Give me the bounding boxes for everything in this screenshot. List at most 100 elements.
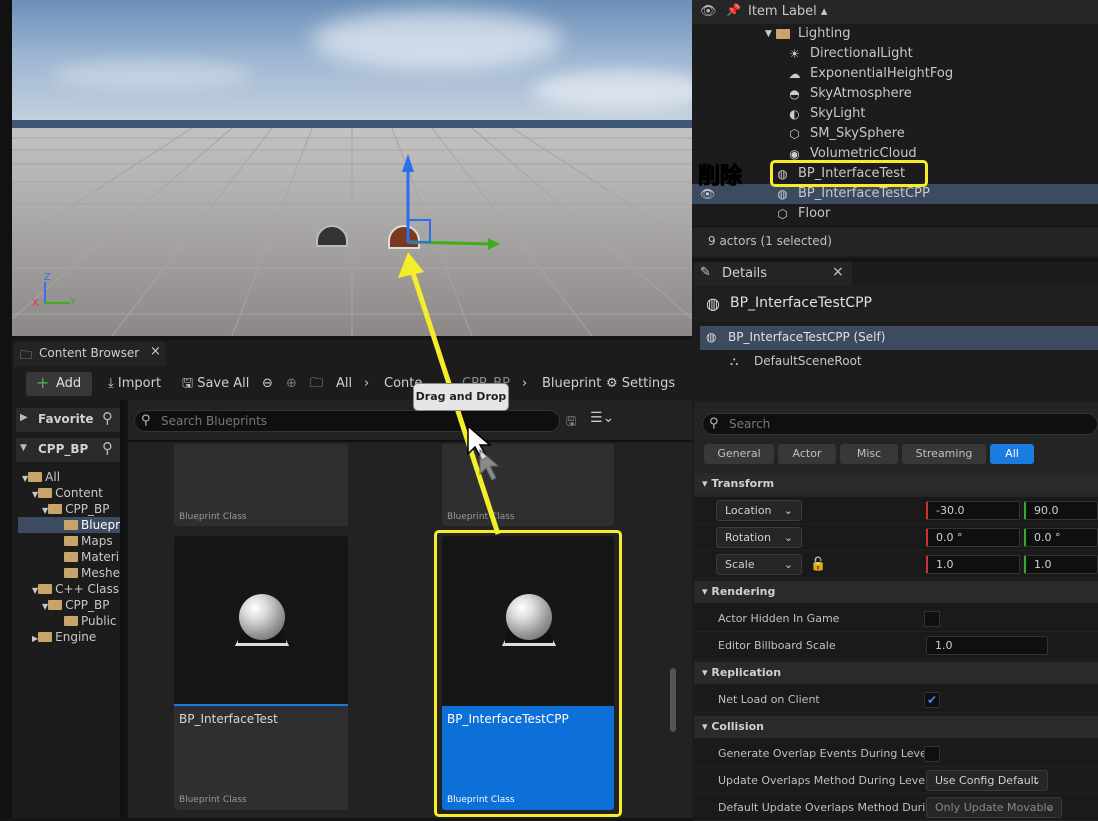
search-icon[interactable]: ⚲ <box>102 439 113 457</box>
outliner-row-skyatmosphere[interactable]: ◓ SkyAtmosphere <box>692 84 1098 104</box>
pencil-icon: ✎ <box>700 265 711 280</box>
gear-icon: ⚙ <box>606 376 618 391</box>
sky-light-icon: ◐ <box>789 107 800 121</box>
tree-item-cpp-classes[interactable]: ▼ C++ Class <box>32 581 120 597</box>
folder-icon <box>48 600 63 610</box>
overlap-events-checkbox[interactable] <box>924 746 940 762</box>
tree-item-all[interactable]: ▼ All <box>22 469 120 485</box>
project-header[interactable]: ▼ CPP_BP ⚲ <box>16 438 120 462</box>
section-rendering[interactable]: ▾ Rendering <box>694 581 1098 603</box>
favorites-header[interactable]: ▶ Favorite ⚲ <box>16 408 120 432</box>
outliner-row-floor[interactable]: ⬡ Floor <box>692 204 1098 224</box>
static-mesh-icon: ⬡ <box>777 207 788 221</box>
rotation-dropdown[interactable]: Rotation ⌄ <box>716 527 802 548</box>
pin-icon[interactable]: 📌 <box>726 3 741 17</box>
folder-icon: 🗀 <box>20 348 33 362</box>
scrollbar[interactable] <box>670 668 676 732</box>
actor-hidden-checkbox[interactable] <box>924 611 940 627</box>
floor-grid <box>12 128 692 336</box>
tree-item-blueprints[interactable]: Bluepr <box>18 517 120 533</box>
section-transform[interactable]: ▾ Transform <box>694 473 1098 495</box>
scale-x-input[interactable]: 1.0 <box>926 555 1020 574</box>
tree-item-maps[interactable]: Maps <box>64 533 120 549</box>
add-button[interactable]: + Add <box>26 372 92 396</box>
net-load-checkbox[interactable]: ✔ <box>924 692 940 708</box>
level-viewport[interactable]: Z X Y <box>12 0 692 336</box>
save-all-button[interactable]: 🖫 Save All <box>182 374 249 394</box>
search-icon[interactable]: ⚲ <box>102 409 113 427</box>
sources-panel: ▶ Favorite ⚲ ▼ CPP_BP ⚲ ▼ All ▼ Content ▼ C… <box>12 400 124 818</box>
property-rotation: Rotation ⌄ 0.0 ° 0.0 ° <box>694 524 1098 551</box>
tree-item-engine[interactable]: ▶ Engine <box>32 629 120 645</box>
filter-tab-actor[interactable]: Actor <box>778 444 836 464</box>
sources-splitter[interactable] <box>120 400 124 818</box>
scene-component-icon: ⛬ <box>730 354 739 368</box>
tree-item-materials[interactable]: Materi <box>64 549 120 565</box>
outliner-row-skylight[interactable]: ◐ SkyLight <box>692 104 1098 124</box>
content-browser-tab[interactable]: 🗀 Content Browser × <box>14 342 166 366</box>
rotation-x-input[interactable]: 0.0 ° <box>926 528 1020 547</box>
asset-tile-bp-interfacetest[interactable]: BP_InterfaceTest Blueprint Class <box>174 536 348 810</box>
close-icon[interactable]: × <box>150 344 161 359</box>
folder-icon <box>38 488 53 498</box>
tree-item-cpp-bp[interactable]: ▼ CPP_BP <box>42 501 120 517</box>
path-blueprint[interactable]: Blueprint <box>542 374 601 394</box>
outliner-footer: 9 actors (1 selected) <box>692 226 1098 256</box>
close-icon[interactable]: × <box>832 264 844 280</box>
forward-icon[interactable]: ⊕ <box>286 374 297 394</box>
default-update-dropdown[interactable]: Only Update Movable ⌄ <box>926 797 1062 818</box>
section-replication[interactable]: ▾ Replication <box>694 662 1098 684</box>
filter-icon[interactable]: ☰⌄ <box>590 410 614 426</box>
location-dropdown[interactable]: Location ⌄ <box>716 500 802 521</box>
lock-icon[interactable]: 🔓 <box>810 551 826 578</box>
tree-item-content[interactable]: ▼ Content <box>32 485 120 501</box>
highlight-box-outliner <box>770 160 928 187</box>
billboard-scale-input[interactable]: 1.0 <box>926 636 1048 655</box>
scale-dropdown[interactable]: Scale ⌄ <box>716 554 802 575</box>
outliner-row-exponentialheightfog[interactable]: ☁ ExponentialHeightFog <box>692 64 1098 84</box>
actor-header: ◍ BP_InterfaceTestCPP <box>694 286 1098 322</box>
property-overlap-events: Generate Overlap Events During Leve... <box>694 740 1098 767</box>
property-location: Location ⌄ -30.0 90.0 <box>694 497 1098 524</box>
scale-y-input[interactable]: 1.0 <box>1024 555 1098 574</box>
component-self-row[interactable]: ◍ BP_InterfaceTestCPP (Self) <box>700 326 1098 350</box>
world-outliner: 👁 📌 Item Label ▴ ▼ Lighting ☀ Directiona… <box>692 0 1098 258</box>
filter-tab-all[interactable]: All <box>990 444 1034 464</box>
location-x-input[interactable]: -30.0 <box>926 501 1020 520</box>
transform-gizmo[interactable] <box>382 150 502 260</box>
location-y-input[interactable]: 90.0 <box>1024 501 1098 520</box>
section-collision[interactable]: ▾ Collision <box>694 716 1098 738</box>
asset-tile[interactable]: Blueprint Class <box>174 444 348 526</box>
tree-item-meshes[interactable]: Meshe <box>64 565 120 581</box>
outliner-row-sm-skysphere[interactable]: ⬡ SM_SkySphere <box>692 124 1098 144</box>
path-all[interactable]: All <box>336 374 352 394</box>
search-icon: ⚲ <box>709 416 719 431</box>
rotation-y-input[interactable]: 0.0 ° <box>1024 528 1098 547</box>
outliner-row-lighting[interactable]: ▼ Lighting <box>692 24 1098 44</box>
filter-tab-streaming[interactable]: Streaming <box>902 444 986 464</box>
property-scale: Scale ⌄ 🔓 1.0 1.0 <box>694 551 1098 578</box>
tree-item-public[interactable]: Public <box>64 613 120 629</box>
eye-icon[interactable]: 👁 <box>700 4 717 19</box>
update-overlaps-dropdown[interactable]: Use Config Default ⌄ <box>926 770 1048 791</box>
back-icon[interactable]: ⊖ <box>262 374 273 394</box>
details-tab[interactable]: ✎ Details × <box>694 262 852 286</box>
content-browser-tabbar: 🗀 Content Browser × <box>12 340 692 368</box>
axis-x-label: X <box>32 298 39 309</box>
sky-atmosphere-icon: ◓ <box>789 87 800 101</box>
details-search-input[interactable]: ⚲ Search <box>702 413 1098 435</box>
expand-arrow-icon[interactable]: ▼ <box>762 28 775 41</box>
import-button[interactable]: ⤓ Import <box>108 374 161 394</box>
axis-indicator: Z X Y <box>32 272 80 310</box>
filter-tab-misc[interactable]: Misc <box>840 444 898 464</box>
outliner-row-bp-interfacetestcpp[interactable]: 👁 ◍ BP_InterfaceTestCPP <box>692 184 1098 204</box>
outliner-row-directionallight[interactable]: ☀ DirectionalLight <box>692 44 1098 64</box>
outliner-header: 👁 📌 Item Label ▴ <box>692 0 1098 24</box>
folder-icon <box>28 472 43 482</box>
tree-item-cpp-bp-module[interactable]: ▼ CPP_BP <box>42 597 120 613</box>
save-search-icon[interactable]: 🖫 <box>566 412 576 433</box>
settings-button[interactable]: ⚙ Settings <box>606 374 675 394</box>
item-label-header[interactable]: Item Label ▴ <box>748 4 827 19</box>
component-root-row[interactable]: ⛬ DefaultSceneRoot <box>700 350 1098 374</box>
filter-tab-general[interactable]: General <box>704 444 774 464</box>
